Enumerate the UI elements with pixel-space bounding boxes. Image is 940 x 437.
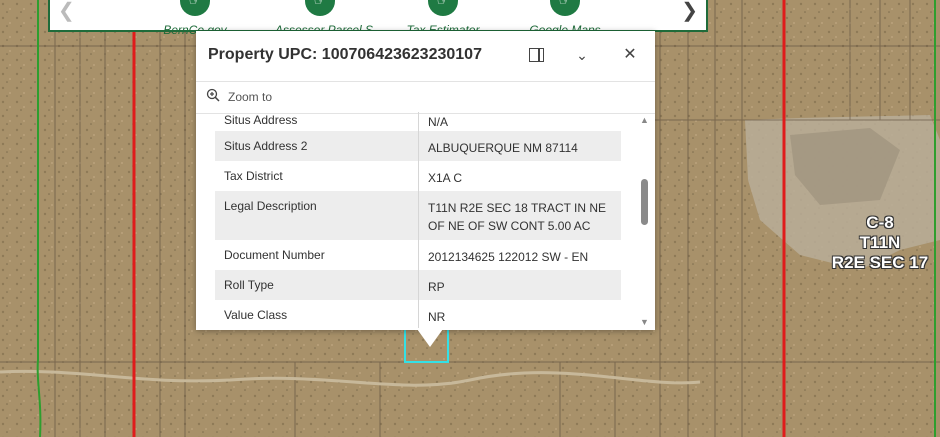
attribute-key: Roll Type [224, 278, 274, 292]
attribute-value: NR [428, 310, 446, 324]
table-row: Roll Type RP [215, 270, 621, 300]
chevron-left-icon[interactable]: ❮ [58, 0, 75, 23]
table-row: Document Number 2012134625 122012 SW - E… [215, 240, 621, 270]
table-row: Tax District X1A C [215, 161, 621, 191]
section-label-line: R2E SEC 17 [831, 253, 929, 272]
column-divider [418, 191, 419, 240]
popup-pointer [417, 329, 443, 347]
zoom-in-icon [206, 88, 220, 102]
scroll-up-icon[interactable]: ▲ [640, 115, 649, 125]
column-divider [418, 300, 419, 328]
attribute-key: Document Number [224, 248, 325, 262]
column-divider [418, 131, 419, 161]
scroll-thumb[interactable] [641, 179, 648, 225]
table-row: Value Class NR [215, 300, 621, 328]
section-label-line: T11N [859, 233, 901, 252]
links-toolbar: ❮ ☞ BernCo.gov ☞ Assessor Parcel S... ☞ … [48, 0, 708, 37]
popup-scrollbar[interactable]: ▲ ▼ [639, 115, 649, 329]
toolbar-item-tax-estimator[interactable]: ☞ Tax Estimator [398, 0, 488, 37]
popup-title: Property UPC: 100706423623230107 [208, 46, 482, 63]
column-divider [418, 161, 419, 191]
chevron-right-icon[interactable]: ❯ [681, 0, 698, 23]
attribute-value: ALBUQUERQUE NM 87114 [428, 141, 578, 155]
zoom-to-label: Zoom to [228, 90, 273, 104]
popup-actions: Zoom to [196, 81, 655, 114]
feature-popup: Property UPC: 100706423623230107 ⌄ ✕ Zoo… [196, 31, 655, 330]
column-divider [418, 270, 419, 300]
toolbar-item-bernco[interactable]: ☞ BernCo.gov [150, 0, 240, 37]
link-icon: ☞ [428, 0, 458, 16]
attribute-value: T11N R2E SEC 18 TRACT IN NE OF NE OF SW … [428, 201, 607, 233]
close-icon[interactable]: ✕ [620, 45, 640, 65]
table-row: Legal Description T11N R2E SEC 18 TRACT … [215, 191, 621, 240]
link-icon: ☞ [550, 0, 580, 16]
toolbar-item-assessor[interactable]: ☞ Assessor Parcel S... [275, 0, 383, 37]
attribute-key: Legal Description [224, 199, 317, 213]
column-divider [418, 240, 419, 270]
link-icon: ☞ [180, 0, 210, 16]
chevron-down-icon[interactable]: ⌄ [572, 45, 592, 65]
scroll-down-icon[interactable]: ▼ [640, 317, 649, 327]
attribute-table: Situs Address N/A Situs Address 2 ALBUQU… [215, 112, 621, 328]
attribute-value: 2012134625 122012 SW - EN [428, 250, 589, 264]
section-label: C-8 T11N R2E SEC 17 [820, 213, 940, 273]
popup-header: Property UPC: 100706423623230107 ⌄ ✕ [196, 31, 655, 79]
attribute-value: RP [428, 280, 445, 294]
attribute-key: Value Class [224, 308, 288, 322]
dock-icon[interactable] [526, 45, 546, 65]
table-row: Situs Address 2 ALBUQUERQUE NM 87114 [215, 131, 621, 161]
section-label-line: C-8 [866, 213, 894, 232]
attribute-key: Tax District [224, 169, 283, 183]
attribute-value: X1A C [428, 171, 463, 185]
attribute-key: Situs Address [224, 113, 298, 127]
attribute-value: N/A [428, 115, 449, 129]
link-icon: ☞ [305, 0, 335, 16]
attribute-key: Situs Address 2 [224, 139, 308, 153]
toolbar-item-google-maps[interactable]: ☞ Google Maps [520, 0, 610, 37]
